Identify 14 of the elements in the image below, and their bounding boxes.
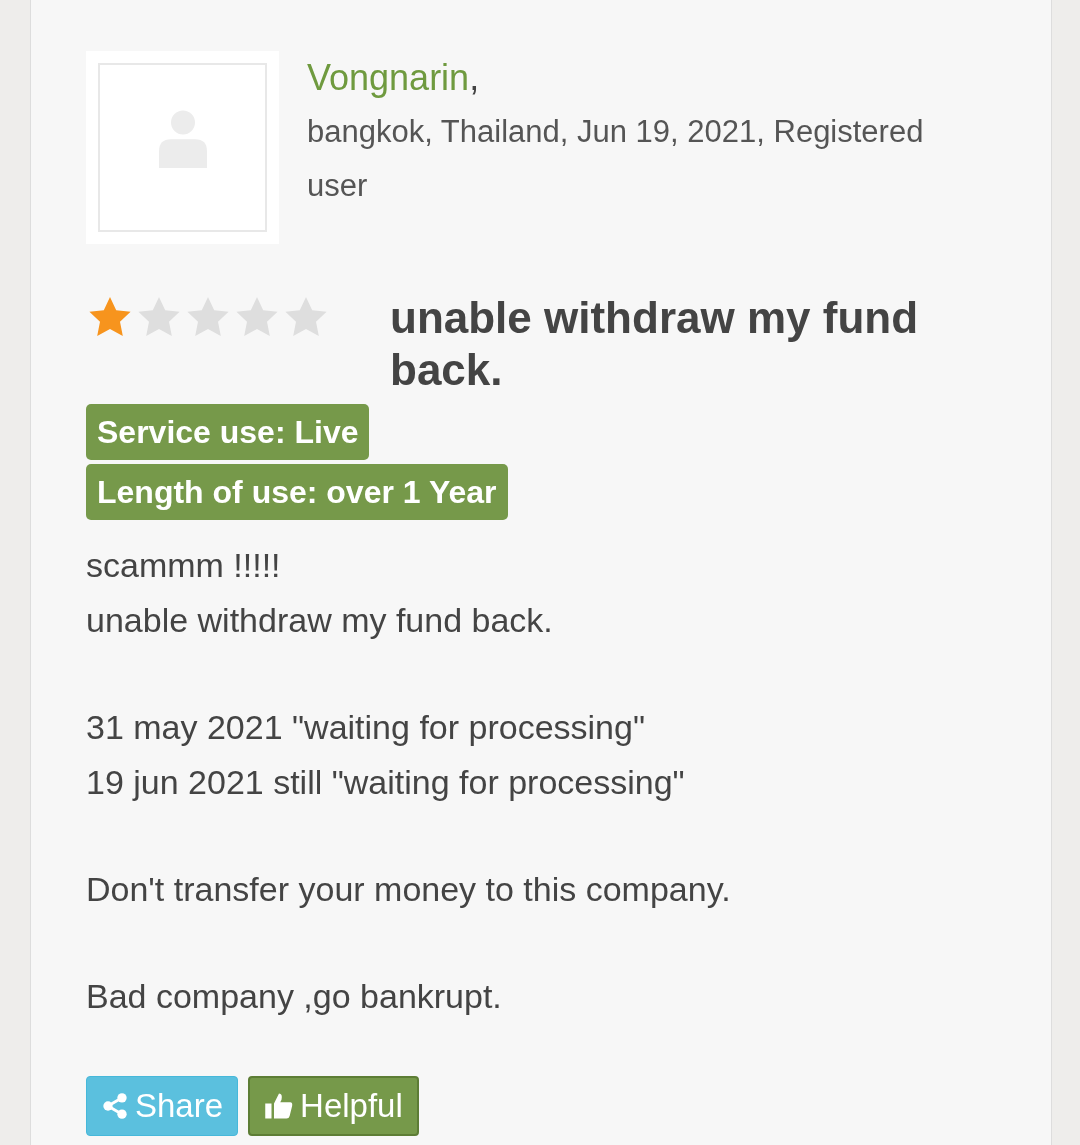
tag: Length of use: over 1 Year bbox=[86, 464, 508, 520]
review-meta: bangkok, Thailand, Jun 19, 2021, Registered user bbox=[307, 113, 925, 205]
comma: , bbox=[469, 57, 480, 98]
review-title: unable withdraw my fund back. bbox=[390, 292, 920, 396]
review-paragraph: 31 may 2021 "waiting for processing" 19 jun 2021 still "waiting for processing" bbox=[86, 707, 686, 803]
share-button[interactable]: Share bbox=[86, 1076, 239, 1136]
review-paragraph: scammm !!!!! unable withdraw my fund back. bbox=[86, 545, 554, 641]
author-name[interactable]: Vongnarin bbox=[307, 57, 470, 98]
review-paragraph: Bad company ,go bankrupt. bbox=[86, 976, 503, 1017]
helpful-button[interactable]: Helpful bbox=[248, 1076, 419, 1136]
share-icon bbox=[101, 1092, 129, 1120]
tag: Service use: Live bbox=[86, 404, 370, 460]
review-paragraph: Don't transfer your money to this company. bbox=[86, 869, 732, 910]
thumbs-up-icon bbox=[264, 1091, 295, 1121]
